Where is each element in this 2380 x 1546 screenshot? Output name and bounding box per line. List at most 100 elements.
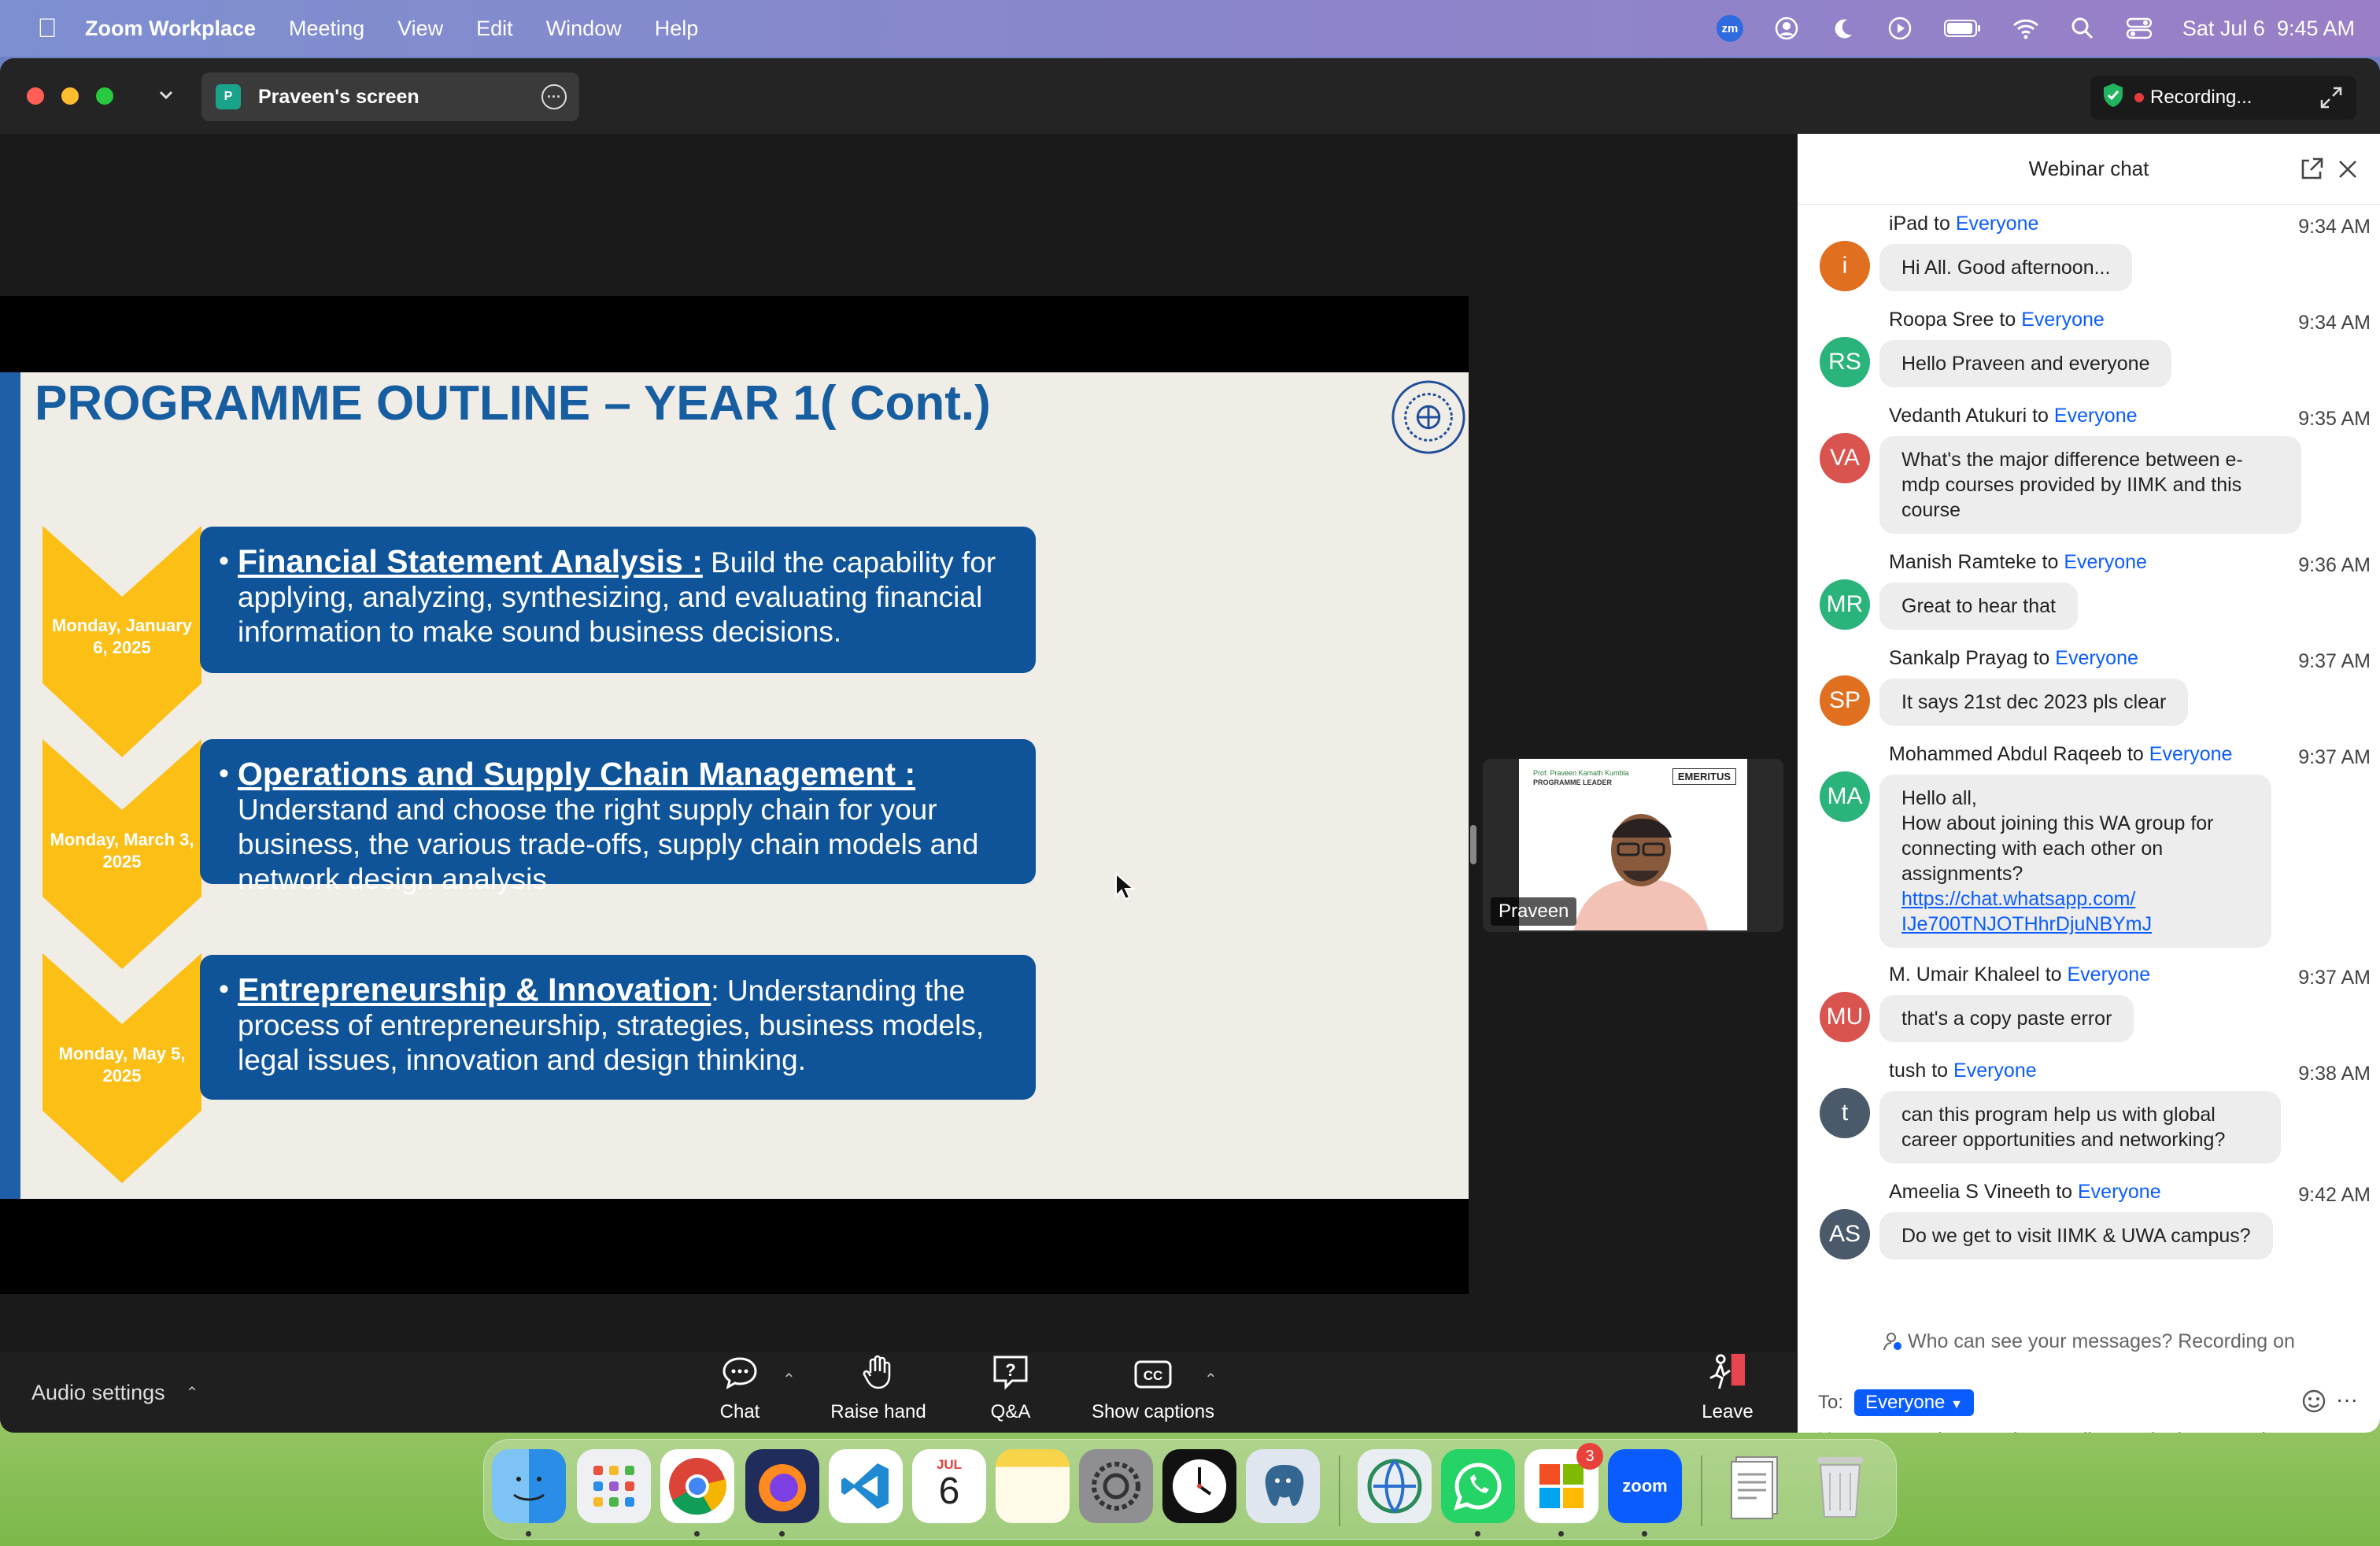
message-time: 9:34 AM (2298, 216, 2371, 238)
message-text: Hello all, How about joining this WA gro… (1901, 787, 2214, 885)
sharer-avatar: P (216, 84, 241, 109)
avatar: RS (1820, 337, 1870, 387)
message-bubble: Hello all, How about joining this WA gro… (1879, 775, 2271, 948)
show-captions-button[interactable]: CC Show captions (1086, 1352, 1220, 1433)
more-options-icon[interactable]: ··· (2336, 1387, 2358, 1412)
message-time: 9:38 AM (2298, 1063, 2371, 1085)
message-bubble: Do we get to visit IIMK & UWA campus? (1879, 1212, 2273, 1259)
speaker-name: Praveen (1491, 897, 1577, 926)
zoom-window-button[interactable] (96, 87, 113, 105)
chat-title: Webinar chat (2028, 157, 2149, 180)
slide-title: PROGRAMME OUTLINE – YEAR 1( Cont.) (35, 376, 991, 431)
microsoft-office-app-icon[interactable]: 3 (1524, 1443, 1603, 1523)
shield-check-icon (2101, 82, 2125, 114)
screen-share-label: Praveen's screen (258, 85, 419, 108)
control-center-icon[interactable] (2126, 15, 2153, 42)
message-recipient[interactable]: Everyone (2055, 647, 2138, 669)
close-window-button[interactable] (27, 87, 44, 105)
message-time: 9:37 AM (2298, 650, 2371, 672)
zoom-status-icon[interactable]: zm (1716, 15, 1743, 42)
menu-help[interactable]: Help (655, 17, 699, 41)
firefox-app-icon[interactable] (745, 1449, 819, 1523)
notes-app-icon[interactable] (996, 1449, 1070, 1523)
launchpad-app-icon[interactable] (577, 1449, 651, 1523)
chevron-down-icon[interactable] (156, 85, 176, 109)
vscode-app-icon[interactable] (829, 1449, 903, 1523)
captions-options-caret-icon[interactable]: ⌃ (1204, 1370, 1218, 1389)
meeting-toolbar: Audio settings ⌃ Chat ⌃ Raise hand ? Q&A… (0, 1352, 1796, 1433)
avatar: MR (1820, 579, 1870, 630)
user-account-icon[interactable] (1773, 15, 1800, 42)
menu-edit[interactable]: Edit (476, 17, 513, 41)
message-time: 9:35 AM (2298, 408, 2371, 430)
finder-app-icon[interactable] (492, 1449, 566, 1523)
menu-view[interactable]: View (397, 17, 443, 41)
pop-out-icon[interactable] (2298, 156, 2325, 183)
split-drag-handle[interactable] (1470, 825, 1476, 864)
message-sender: Sankalp Prayag (1889, 647, 2028, 669)
apple-menu-icon[interactable]:  (31, 13, 63, 44)
svg-text:CC: CC (1144, 1368, 1163, 1383)
menu-window[interactable]: Window (546, 17, 622, 41)
recording-indicator[interactable]: Recording... (2090, 76, 2356, 120)
spotlight-search-icon[interactable] (2069, 15, 2096, 42)
battery-icon[interactable] (1943, 15, 1983, 42)
zoom-app-icon[interactable]: zoom (1608, 1449, 1682, 1523)
minimize-window-button[interactable] (61, 87, 79, 105)
module-card: • Entrepreneurship & Innovation: Underst… (200, 955, 1036, 1100)
message-recipient[interactable]: Everyone (2068, 963, 2151, 986)
leave-button[interactable]: Leave (1700, 1352, 1755, 1433)
avatar: MA (1820, 771, 1870, 822)
postgresql-app-icon[interactable] (1246, 1449, 1320, 1523)
raise-hand-button[interactable]: Raise hand (830, 1352, 927, 1433)
message-bubble: that's a copy paste error (1879, 995, 2134, 1042)
user-visibility-icon (1883, 1333, 1902, 1351)
avatar: SP (1820, 675, 1870, 726)
speaker-caption: Prof. Praveen Kamath Kumbla PROGRAMME LE… (1533, 769, 1629, 786)
message-time: 9:37 AM (2298, 967, 2371, 989)
chat-message-input[interactable]: Your text can be seen by panelists and o… (1818, 1426, 2361, 1433)
calendar-app-icon[interactable]: JUL 6 (912, 1449, 986, 1523)
message-recipient[interactable]: Everyone (1953, 1060, 2037, 1082)
menu-clock[interactable]: Sat Jul 6 9:45 AM (2182, 17, 2355, 41)
qa-button[interactable]: ? Q&A (987, 1352, 1034, 1433)
speaker-figure (1574, 814, 1708, 930)
to-label: To: (1818, 1392, 1844, 1413)
now-playing-icon[interactable] (1887, 15, 1913, 42)
more-options-icon[interactable]: ··· (541, 84, 567, 109)
slide-accent-bar (0, 372, 20, 1199)
message-recipient[interactable]: Everyone (1956, 213, 2039, 235)
system-settings-app-icon[interactable] (1079, 1449, 1153, 1523)
wifi-icon[interactable] (2012, 15, 2039, 42)
menu-meeting[interactable]: Meeting (289, 17, 364, 41)
module-date: Monday, March 3, 2025 (50, 830, 194, 871)
close-icon[interactable] (2334, 156, 2361, 183)
whatsapp-app-icon[interactable] (1441, 1449, 1515, 1523)
message-recipient[interactable]: Everyone (2149, 743, 2233, 765)
clock-app-icon[interactable] (1162, 1449, 1236, 1523)
audio-settings-button[interactable]: Audio settings ⌃ (31, 1352, 198, 1433)
trash-icon[interactable] (1803, 1449, 1877, 1523)
documents-stack-icon[interactable] (1720, 1449, 1794, 1523)
chat-options-caret-icon[interactable]: ⌃ (782, 1370, 796, 1389)
globe-app-icon[interactable] (1358, 1449, 1432, 1523)
chat-button[interactable]: Chat (716, 1352, 763, 1433)
speaker-video-tile[interactable]: Prof. Praveen Kamath Kumbla PROGRAMME LE… (1483, 759, 1783, 932)
message-recipient[interactable]: Everyone (2021, 309, 2105, 331)
menu-app-name[interactable]: Zoom Workplace (85, 17, 256, 41)
slide-frame: PROGRAMME OUTLINE – YEAR 1( Cont.) Monda… (0, 296, 1469, 1294)
privacy-notice[interactable]: Who can see your messages? Recording on (1798, 1330, 2380, 1353)
message-recipient[interactable]: Everyone (2064, 551, 2147, 573)
chrome-app-icon[interactable] (660, 1449, 734, 1523)
screen-share-indicator[interactable]: P Praveen's screen ··· (201, 72, 579, 121)
chevron-up-icon[interactable]: ⌃ (186, 1383, 199, 1403)
recipient-dropdown[interactable]: Everyone ▼ (1854, 1389, 1974, 1416)
message-recipient[interactable]: Everyone (2078, 1181, 2161, 1203)
emoji-icon[interactable] (2301, 1389, 2326, 1419)
avatar: MU (1820, 992, 1870, 1042)
whatsapp-group-link[interactable]: https://chat.whatsapp.com/ IJe700TNJOTHh… (1901, 886, 2249, 937)
fullscreen-icon[interactable] (2319, 85, 2344, 116)
focus-moon-icon[interactable] (1830, 15, 1857, 42)
message-time: 9:34 AM (2298, 312, 2371, 334)
message-recipient[interactable]: Everyone (2054, 405, 2138, 427)
